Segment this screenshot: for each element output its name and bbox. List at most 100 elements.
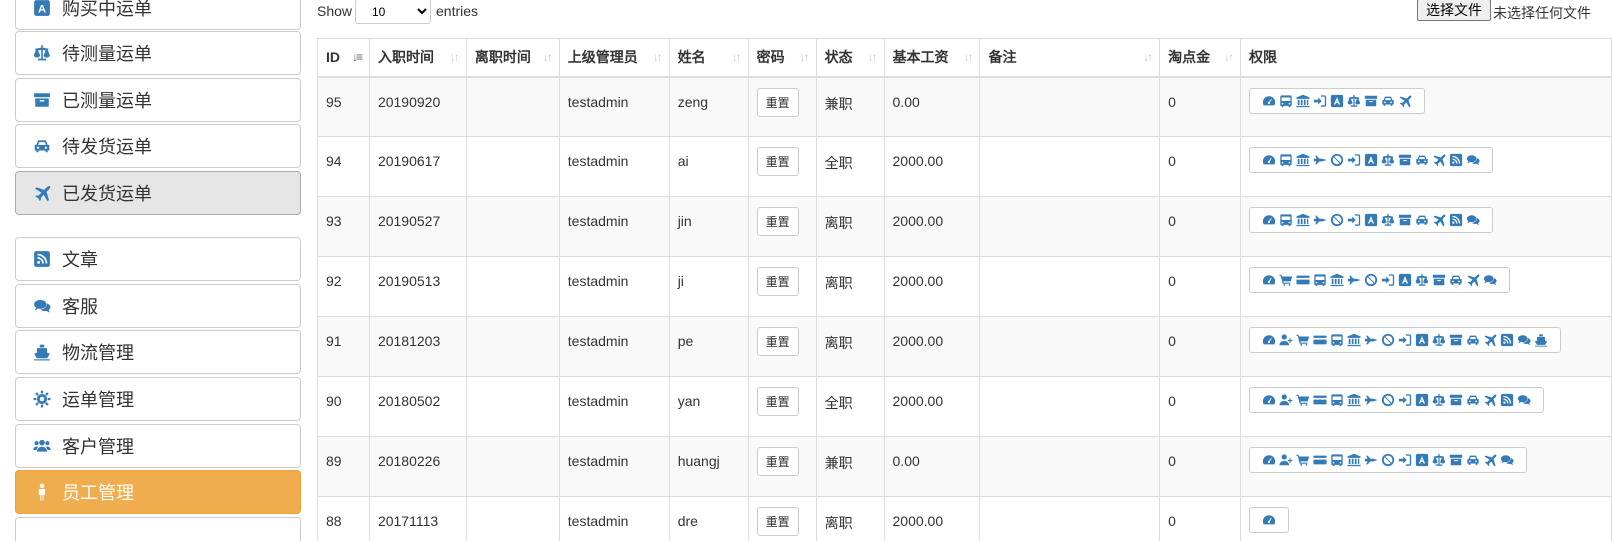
cell-name: zeng	[668, 76, 749, 137]
sidebar-item-measured[interactable]: 已测量运单	[15, 78, 301, 122]
cell-name: dre	[668, 496, 749, 541]
cell-password: 重置	[747, 136, 817, 197]
table-row: 93 20190527 testadmin jin 重置 离职 2000.00 0	[317, 196, 1612, 257]
cell-points: 0	[1159, 316, 1242, 377]
sidebar-item-pending-measure[interactable]: 待测量运单	[15, 31, 301, 75]
sidebar-item-support[interactable]: 客服	[15, 284, 301, 328]
user-plus-icon	[1279, 453, 1293, 467]
reset-password-button[interactable]: 重置	[756, 387, 799, 416]
column-header-name[interactable]: 姓名 ↓↑	[668, 38, 749, 78]
column-header-password[interactable]: 密码 ↓↑	[747, 38, 817, 78]
amazon-icon: A	[32, 0, 52, 18]
car-icon	[1449, 273, 1463, 287]
sidebar-item-logistics[interactable]: 物流管理	[15, 330, 301, 374]
reset-password-button[interactable]: 重置	[756, 507, 799, 536]
permissions-button[interactable]	[1249, 147, 1494, 173]
sidebar-item-shipped[interactable]: 已发货运单	[15, 171, 301, 215]
cell-password: 重置	[747, 496, 817, 541]
permissions-button[interactable]	[1249, 267, 1511, 293]
sign-in-icon	[1313, 94, 1327, 108]
amazon-icon	[1415, 453, 1429, 467]
sign-in-icon	[1347, 213, 1361, 227]
sidebar-item-next[interactable]	[15, 517, 301, 541]
cell-points: 0	[1159, 196, 1242, 257]
reset-password-button[interactable]: 重置	[756, 267, 799, 296]
cell-note	[979, 76, 1161, 137]
column-header-left[interactable]: 离职时间 ↓↑	[465, 38, 560, 78]
bank-icon	[1296, 153, 1310, 167]
dashboard-icon	[1262, 153, 1276, 167]
permissions-button[interactable]	[1249, 447, 1528, 473]
main-content: Show 10 entries 选择文件 未选择任何文件 ID ↓≡ 入职时间 ↓↑…	[317, 0, 1612, 541]
sidebar-item-waybills[interactable]: 运单管理	[15, 377, 301, 421]
permissions-button[interactable]	[1249, 507, 1290, 533]
cell-id: 88	[317, 496, 370, 541]
table-row: 89 20180226 testadmin huangj 重置 兼职 0.00 0	[317, 436, 1612, 497]
car-icon	[32, 136, 52, 156]
ship-icon	[1534, 333, 1548, 347]
cell-id: 94	[317, 136, 370, 197]
comments-icon	[32, 296, 52, 316]
sidebar-item-pending-ship[interactable]: 待发货运单	[15, 124, 301, 168]
cell-password: 重置	[747, 376, 817, 437]
page-size-select[interactable]: 10	[355, 0, 431, 24]
reset-password-button[interactable]: 重置	[756, 447, 799, 476]
permissions-button[interactable]	[1249, 387, 1545, 413]
choose-file-button[interactable]: 选择文件	[1417, 0, 1491, 21]
archive-icon	[1449, 393, 1463, 407]
sidebar-item-customers[interactable]: 客户管理	[15, 424, 301, 468]
bus-icon	[1330, 393, 1344, 407]
amazon-icon	[1330, 94, 1344, 108]
ban-icon	[1381, 393, 1395, 407]
plane-icon	[1432, 153, 1446, 167]
column-header-note[interactable]: 备注 ↓↑	[979, 38, 1161, 78]
cell-password: 重置	[747, 256, 817, 317]
balance-scale-icon	[1381, 153, 1395, 167]
male-icon	[32, 482, 52, 502]
reset-password-button[interactable]: 重置	[756, 147, 799, 176]
cell-id: 90	[317, 376, 370, 437]
cell-hired: 20190513	[368, 256, 467, 317]
table-body: 95 20190920 testadmin zeng 重置 兼职 0.00 0 94 201906…	[317, 76, 1612, 541]
dashboard-icon	[1262, 513, 1276, 527]
cell-manager: testadmin	[558, 316, 670, 377]
sidebar-item-articles[interactable]: 文章	[15, 237, 301, 281]
column-header-status[interactable]: 状态 ↓↑	[815, 38, 885, 78]
archive-icon	[32, 90, 52, 110]
bus-icon	[1330, 333, 1344, 347]
permissions-button[interactable]	[1249, 87, 1426, 114]
column-header-id[interactable]: ID ↓≡	[317, 38, 370, 78]
cell-left	[465, 76, 560, 137]
cell-salary: 2000.00	[883, 496, 981, 541]
column-header-points[interactable]: 淘点金 ↓↑	[1159, 38, 1242, 78]
archive-icon	[1398, 153, 1412, 167]
table-toolbar: Show 10 entries 选择文件 未选择任何文件	[317, 0, 1612, 26]
sign-in-icon	[1398, 333, 1412, 347]
cell-status: 离职	[815, 496, 885, 541]
permissions-button[interactable]	[1249, 327, 1562, 353]
cell-permissions	[1240, 196, 1612, 257]
car-icon	[1415, 213, 1429, 227]
cell-left	[465, 136, 560, 197]
fighter-jet-icon	[1364, 393, 1378, 407]
sidebar-item-label: 待测量运单	[62, 44, 152, 64]
reset-password-button[interactable]: 重置	[756, 207, 799, 236]
sidebar-item-employees[interactable]: 员工管理	[15, 470, 301, 514]
table-header-row: ID ↓≡ 入职时间 ↓↑ 离职时间 ↓↑ 上级管理员 ↓↑ 姓名 ↓↑ 密码 ↓↑ 状态 ↓…	[317, 38, 1612, 78]
ban-icon	[1330, 153, 1344, 167]
car-icon	[1415, 153, 1429, 167]
reset-password-button[interactable]: 重置	[756, 327, 799, 356]
rss-icon	[1500, 393, 1514, 407]
sidebar-item-purchasing-orders[interactable]: A 购买中运单	[15, 0, 301, 30]
bus-icon	[1279, 213, 1293, 227]
permissions-button[interactable]	[1249, 207, 1494, 233]
column-header-salary[interactable]: 基本工资 ↓↑	[883, 38, 981, 78]
reset-password-button[interactable]: 重置	[756, 87, 799, 117]
column-header-permissions: 权限	[1240, 38, 1612, 78]
comments-icon	[1466, 153, 1480, 167]
cell-left	[465, 436, 560, 497]
plane-icon	[1466, 273, 1480, 287]
column-header-hired[interactable]: 入职时间 ↓↑	[368, 38, 467, 78]
sidebar-item-label: 已测量运单	[62, 91, 152, 111]
column-header-manager[interactable]: 上级管理员 ↓↑	[558, 38, 670, 78]
